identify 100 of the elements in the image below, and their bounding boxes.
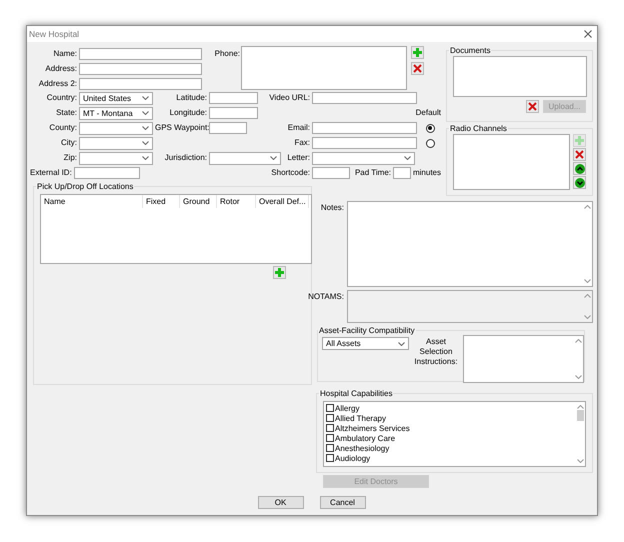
column-header[interactable]: Rotor (217, 195, 256, 208)
down-circle-icon (574, 178, 584, 188)
up-circle-icon (574, 164, 584, 174)
text-field[interactable] (312, 122, 417, 134)
checkbox[interactable] (326, 444, 334, 452)
checkbox[interactable] (326, 424, 334, 432)
field-label: Address 2: (38, 78, 77, 88)
field-label: Email: (286, 123, 310, 133)
field-label: Longitude: (168, 108, 207, 118)
move-up-button[interactable] (573, 162, 586, 175)
field-label: Latitude: (175, 93, 207, 103)
dropdown[interactable] (79, 136, 153, 150)
field-label: External ID: (30, 168, 72, 178)
text-field[interactable] (209, 107, 258, 119)
radio-button[interactable] (426, 124, 434, 132)
field-label: Pad Time: (354, 168, 391, 178)
cancel-button[interactable]: Cancel (320, 496, 366, 509)
checkbox-label: Anesthesiology (335, 444, 390, 452)
text-field[interactable] (79, 78, 202, 90)
notes-field[interactable] (347, 201, 593, 287)
radio-channel-list[interactable] (453, 134, 570, 190)
ok-button[interactable]: OK (258, 496, 304, 509)
delete-button[interactable] (573, 148, 586, 161)
group-title: Asset-Facility Compatibility (318, 326, 416, 335)
checkbox-label: Allied Therapy (335, 414, 386, 422)
checkbox[interactable] (326, 414, 334, 422)
checkbox-label: Audiology (335, 454, 370, 462)
column-header[interactable]: Overall Def... (256, 195, 309, 208)
caret-icon (270, 156, 277, 160)
column-label: Default (416, 108, 441, 118)
field-label: State: (55, 108, 77, 118)
dropdown[interactable]: United States (79, 92, 153, 104)
delete-button[interactable] (526, 100, 539, 113)
caret-icon (142, 111, 149, 115)
add-button[interactable] (273, 266, 286, 279)
field-label: Country: (46, 93, 77, 103)
plus-icon (575, 136, 584, 145)
text-field[interactable] (312, 92, 417, 104)
field-label: Jurisdiction: (164, 153, 207, 163)
move-down-button[interactable] (573, 176, 586, 189)
dropdown[interactable] (209, 152, 281, 164)
field-label: NOTAMS: (307, 292, 344, 302)
checkbox-label: Allergy (335, 404, 360, 412)
field-label: Phone: (214, 49, 240, 60)
field-label: Zip: (62, 153, 77, 163)
add-button[interactable] (411, 46, 424, 59)
text-field[interactable] (312, 167, 350, 179)
checkbox-label: Altzheimers Services (335, 424, 410, 432)
delete-icon (528, 102, 537, 111)
checkbox-label: Ambulatory Care (335, 434, 396, 442)
column-header[interactable]: Name (41, 195, 143, 208)
radio-button[interactable] (426, 138, 434, 148)
caret-icon (142, 126, 149, 130)
dropdown[interactable]: MT - Montana (79, 106, 153, 120)
field-label: Asset Selection Instructions: (413, 337, 459, 367)
field-label: Address: (44, 64, 77, 74)
delete-button[interactable] (411, 62, 424, 75)
caret-icon (398, 342, 405, 346)
caret-icon (142, 141, 149, 145)
delete-icon (575, 150, 584, 159)
column-header[interactable]: Fixed (143, 195, 180, 208)
text-field[interactable] (74, 167, 140, 179)
text-field[interactable] (79, 62, 202, 74)
field-label: Fax: (293, 138, 310, 148)
phone-field[interactable] (241, 46, 407, 90)
caret-icon (142, 156, 149, 160)
checkbox[interactable] (326, 454, 334, 462)
text-field[interactable] (209, 92, 258, 104)
field-label: GPS Waypoint: (155, 123, 207, 133)
field-label: Video URL: (268, 93, 310, 103)
group-title: Radio Channels (449, 124, 508, 133)
group-title: Documents (449, 46, 492, 55)
unit-label: minutes (412, 168, 441, 178)
field-label: Name: (52, 48, 77, 58)
column-header[interactable]: Ground (180, 195, 217, 208)
plus-icon (413, 48, 422, 57)
text-field[interactable] (392, 167, 411, 179)
plus-icon (275, 268, 284, 277)
instructions-field[interactable] (463, 335, 584, 383)
dropdown[interactable] (79, 152, 153, 164)
dropdown[interactable] (312, 152, 415, 164)
dropdown[interactable]: All Assets (322, 337, 409, 350)
checkbox[interactable] (326, 404, 334, 412)
text-field[interactable] (209, 122, 247, 134)
checkbox[interactable] (326, 434, 334, 442)
field-label: City: (60, 138, 77, 148)
scrollbar-thumb[interactable] (576, 410, 584, 421)
field-label: Notes: (320, 203, 344, 213)
window-title: New Hospital (29, 29, 80, 39)
group-title: Hospital Capabilities (319, 389, 394, 398)
caret-icon (142, 96, 149, 100)
document-list[interactable] (453, 56, 587, 97)
field-label: County: (48, 123, 77, 133)
delete-icon (413, 64, 422, 73)
close-icon[interactable] (584, 30, 592, 38)
text-field[interactable] (312, 137, 417, 149)
dropdown[interactable] (79, 122, 153, 134)
text-field[interactable] (79, 48, 202, 60)
group-title: Pick Up/Drop Off Locations (36, 182, 134, 191)
field-label: Shortcode: (270, 168, 310, 178)
